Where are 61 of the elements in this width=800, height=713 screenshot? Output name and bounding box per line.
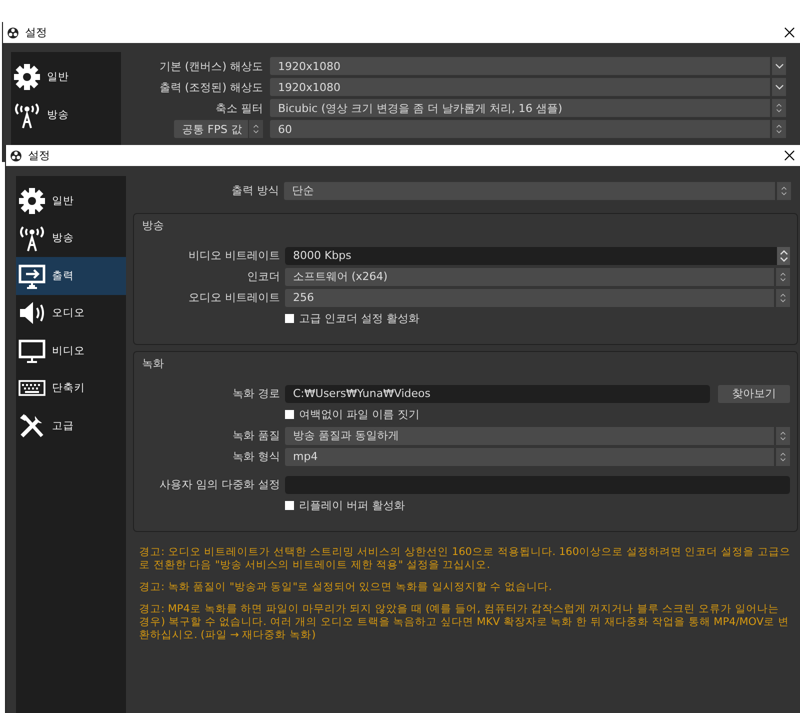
antenna-icon bbox=[13, 101, 41, 129]
spinner-icon bbox=[774, 448, 790, 466]
spinner-icon bbox=[774, 268, 790, 286]
dropdown[interactable]: 256 bbox=[285, 288, 790, 306]
field-label: 녹화 형식 bbox=[232, 449, 280, 464]
sidebar-item[interactable]: 방송 bbox=[16, 220, 126, 257]
dropdown[interactable]: 1920x1080 bbox=[270, 78, 786, 96]
warning-text: 경고: MP4로 녹화를 하면 파일이 마무리가 되지 않았을 때 (예를 들어, 컴퓨터가 갑작스럽게 꺼지거나 블루 스크린 오류가 일어나는 경우) 복구할 수 없습니다. 여러 개의 오디오 트랙을 녹음하고 싶다면 MKV 확장자로 녹화 한 뒤 재다중화 작업을 통해 MP4/MOV로 변환하십시오. (파일 → 재다중화 녹화) bbox=[139, 603, 790, 642]
dropdown[interactable]: Bicubic (영상 크기 변경을 좀 더 날카롭게 처리, 16 샘플) bbox=[270, 99, 786, 117]
field-label: 오디오 비트레이트 bbox=[188, 290, 280, 305]
dropdown[interactable]: 60 bbox=[270, 120, 786, 138]
dropdown[interactable]: 방송 품질과 동일하게 bbox=[285, 426, 790, 444]
group-title: 녹화 bbox=[142, 356, 164, 371]
spinner-icon bbox=[775, 182, 791, 200]
tools-icon bbox=[18, 412, 46, 440]
field-label: 녹화 품질 bbox=[232, 428, 280, 443]
field-label: 기본 (캔버스) 해상도 bbox=[159, 58, 263, 74]
sidebar-item[interactable]: 출력 bbox=[16, 257, 126, 294]
sidebar-item[interactable]: 방송 bbox=[11, 96, 121, 134]
dropdown[interactable]: 1920x1080 bbox=[270, 57, 786, 75]
dropdown[interactable]: 소프트웨어 (x264) bbox=[285, 268, 790, 286]
dropdown[interactable]: mp4 bbox=[285, 448, 790, 466]
sidebar-item[interactable]: 단축키 bbox=[16, 370, 126, 407]
antenna-icon bbox=[18, 224, 46, 252]
checkbox[interactable]: 리플레이 버퍼 활성화 bbox=[285, 498, 790, 513]
app-logo-icon bbox=[10, 150, 22, 162]
chevron-down-icon bbox=[770, 78, 786, 96]
sidebar-item[interactable]: 일반 bbox=[16, 182, 126, 220]
field-label: 축소 필터 bbox=[216, 100, 263, 116]
field-label: 인코더 bbox=[246, 269, 280, 284]
app-logo-icon bbox=[7, 26, 19, 38]
dropdown[interactable]: 단순 bbox=[284, 182, 791, 200]
spin-box[interactable]: 8000 Kbps bbox=[285, 246, 790, 264]
path-field[interactable]: C:₩Users₩Yuna₩Videos bbox=[285, 384, 710, 402]
group-title: 방송 bbox=[142, 218, 164, 233]
field-label: 녹화 경로 bbox=[232, 386, 280, 401]
chevron-down-icon bbox=[770, 57, 786, 75]
spinner-icon bbox=[770, 99, 786, 117]
sidebar-item[interactable]: 오디오 bbox=[16, 294, 126, 332]
spinner-icon bbox=[770, 120, 786, 138]
spinner-icon bbox=[248, 120, 263, 138]
window-title: 설정 bbox=[28, 148, 51, 163]
warning-text: 경고: 녹화 품질이 "방송과 동일"로 설정되어 있으면 녹화를 일시정지할 수 없습니다. bbox=[139, 581, 553, 594]
browse-button[interactable]: 찾아보기 bbox=[718, 384, 790, 402]
close-icon[interactable] bbox=[784, 150, 795, 161]
warning-text: 경고: 오디오 비트레이트가 선택한 스트리밍 서비스의 상한선인 160으로 적용됩니다. 160이상으로 설정하려면 인코더 설정을 고급으로 전환한 다음 "방송 서비스의 비트레이트 제한 적용" 설정을 끄십시오. bbox=[139, 546, 792, 572]
sidebar-item[interactable]: 비디오 bbox=[16, 332, 126, 370]
field-label: 사용자 임의 다중화 설정 bbox=[158, 477, 280, 492]
checkbox[interactable]: 고급 인코더 설정 활성화 bbox=[285, 311, 790, 326]
close-icon[interactable] bbox=[784, 27, 795, 38]
sidebar-item[interactable]: 고급 bbox=[16, 407, 126, 444]
spinner-icon bbox=[774, 288, 790, 306]
fps-type-dropdown[interactable]: 공통 FPS 값 bbox=[174, 120, 263, 138]
sidebar-item[interactable]: 일반 bbox=[11, 58, 121, 96]
field-label: 출력 (조정된) 해상도 bbox=[159, 80, 263, 94]
spinner-icon bbox=[777, 246, 790, 264]
spinner-icon bbox=[774, 426, 790, 444]
field-label: 출력 방식 bbox=[230, 183, 279, 198]
field-label: 비디오 비트레이트 bbox=[188, 248, 280, 263]
checkbox[interactable]: 여백없이 파일 이름 짓기 bbox=[285, 407, 790, 422]
window-title: 설정 bbox=[25, 25, 48, 40]
